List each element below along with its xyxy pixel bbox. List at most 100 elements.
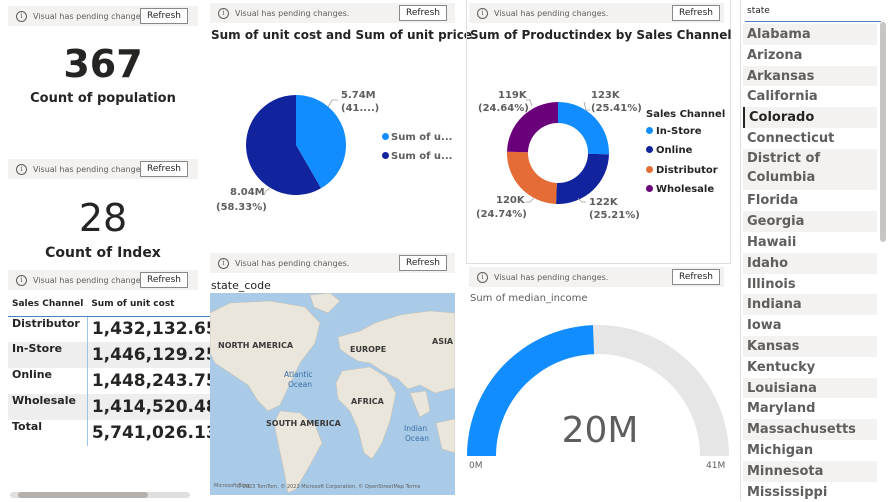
info-icon: i	[16, 10, 27, 22]
kpi-population-label: Count of population	[30, 91, 176, 106]
gauge-min-label: 0M	[469, 461, 483, 471]
donut-data-label: (24.64%)	[478, 103, 529, 114]
pie-chart-title: Sum of unit cost and Sum of unit price	[211, 28, 472, 42]
pending-message: Visual has pending changes.	[33, 11, 148, 21]
map-label-indian: Indian	[404, 424, 428, 433]
pie-data-label: 5.74M	[341, 90, 376, 101]
pending-message: Visual has pending changes.	[494, 272, 609, 282]
slicer-item[interactable]: Kentucky	[743, 357, 877, 378]
legend-label: Wholesale	[656, 184, 715, 195]
info-icon: i	[218, 257, 229, 269]
leader-line	[263, 187, 271, 196]
map-label-asia: ASIA	[432, 337, 454, 346]
row-label: Distributor	[8, 316, 88, 342]
map-label-south-america: SOUTH AMERICA	[266, 419, 341, 428]
donut-data-label: (25.21%)	[589, 210, 640, 221]
sales-channel-table: Sales Channel Sum of unit cost Distribut…	[8, 292, 222, 446]
row-value: 1,414,520.48	[86, 394, 222, 420]
row-label: In-Store	[8, 342, 88, 368]
pending-banner-gauge: i Visual has pending changes. Refresh	[469, 267, 724, 287]
kpi-population-value: 367	[63, 42, 143, 86]
refresh-button[interactable]: Refresh	[140, 8, 188, 24]
slicer-item[interactable]: Michigan	[743, 440, 877, 461]
state-slicer: state Alabama Arizona Arkansas California Co…	[740, 0, 889, 501]
horizontal-scrollbar[interactable]	[10, 492, 190, 498]
leader-line	[327, 99, 338, 108]
pie-legend-item[interactable]: Sum of u...	[382, 132, 452, 143]
donut-legend-item[interactable]: In-Store	[646, 126, 702, 137]
slicer-item[interactable]: Arkansas	[743, 65, 877, 87]
scrollbar-thumb[interactable]	[18, 492, 148, 498]
slicer-item[interactable]: Kansas	[743, 335, 877, 357]
donut-chart-title: Sum of Productindex by Sales Channel	[470, 28, 732, 42]
info-icon: i	[16, 274, 27, 286]
slicer-item[interactable]: Massachusetts	[743, 419, 877, 440]
slicer-item[interactable]: Florida	[743, 190, 877, 211]
table-row: Online 1,448,243.75	[8, 368, 222, 394]
refresh-button[interactable]: Refresh	[399, 255, 447, 271]
world-map[interactable]: NORTH AMERICA EUROPE ASIA Atlantic Ocean…	[210, 293, 455, 495]
refresh-button[interactable]: Refresh	[140, 161, 188, 177]
slicer-search-input[interactable]: state	[745, 2, 881, 22]
legend-label: Sum of u...	[391, 132, 453, 143]
slicer-item[interactable]: Hawaii	[743, 232, 877, 253]
slicer-item[interactable]: Indiana	[743, 294, 877, 316]
donut-data-label: (24.74%)	[476, 209, 527, 220]
leader-line	[526, 197, 535, 203]
info-icon: i	[218, 7, 229, 19]
pie-legend-item[interactable]: Sum of u...	[382, 151, 452, 162]
slicer-item[interactable]: Louisiana	[743, 377, 877, 399]
refresh-button[interactable]: Refresh	[399, 5, 447, 21]
pending-banner-matrix: i Visual has pending changes. Refresh	[8, 270, 198, 290]
slicer-scrollbar[interactable]	[880, 22, 886, 242]
row-value: 1,432,132.65	[86, 316, 222, 342]
map-label-africa: AFRICA	[351, 397, 384, 406]
pie-data-label: (58.33%)	[216, 202, 267, 213]
slicer-item[interactable]: California	[743, 86, 877, 107]
slicer-item[interactable]: Mississippi	[743, 482, 877, 502]
slicer-item[interactable]: Alabama	[743, 24, 877, 45]
slicer-item[interactable]: Idaho	[743, 252, 877, 274]
column-header[interactable]: Sales Channel	[8, 292, 88, 317]
refresh-button[interactable]: Refresh	[672, 269, 720, 285]
donut-chart: 123K (25.41%) 122K (25.21%) 120K (24.74%) 119K…	[476, 90, 642, 221]
pending-banner-population: i Visual has pending changes. Refresh	[8, 6, 198, 26]
map-attribution[interactable]: © 2023 TomTom, © 2023 Microsoft Corporat…	[236, 484, 420, 490]
map-label-atlantic-ocean: Ocean	[288, 380, 312, 389]
slicer-item[interactable]: Arizona	[743, 45, 877, 66]
refresh-button[interactable]: Refresh	[672, 5, 720, 21]
donut-data-label: 120K	[496, 195, 526, 206]
pending-banner-map: i Visual has pending changes. Refresh	[210, 253, 455, 273]
slicer-item[interactable]: Connecticut	[743, 128, 877, 149]
slicer-item[interactable]: District of Columbia	[743, 148, 877, 191]
slicer-item[interactable]: Iowa	[743, 315, 877, 336]
map-label-indian-ocean: Ocean	[405, 434, 429, 443]
slicer-item[interactable]: Colorado	[743, 107, 877, 128]
row-label: Total	[8, 420, 88, 446]
gauge-max-label: 41M	[706, 461, 726, 471]
pending-banner-pie: i Visual has pending changes. Refresh	[210, 3, 455, 23]
donut-data-label: 123K	[591, 90, 621, 101]
donut-legend-item[interactable]: Online	[646, 145, 692, 156]
legend-dot-icon	[646, 185, 653, 192]
map-label-europe: EUROPE	[350, 345, 387, 354]
info-icon: i	[477, 7, 488, 19]
donut-legend-item[interactable]: Distributor	[646, 165, 718, 176]
refresh-button[interactable]: Refresh	[140, 272, 188, 288]
row-label: Online	[8, 368, 88, 394]
column-header[interactable]: Sum of unit cost	[87, 292, 222, 317]
donut-legend-title: Sales Channel	[646, 109, 726, 120]
slicer-item[interactable]: Georgia	[743, 211, 877, 232]
donut-legend-item[interactable]: Wholesale	[646, 184, 714, 195]
pending-banner-donut: i Visual has pending changes. Refresh	[469, 3, 724, 23]
info-icon: i	[16, 163, 27, 175]
legend-dot-icon	[382, 152, 389, 159]
legend-label: In-Store	[656, 126, 702, 137]
slicer-item[interactable]: Maryland	[743, 398, 877, 419]
slicer-item[interactable]: Minnesota	[743, 460, 877, 482]
slicer-item[interactable]: Illinois	[743, 274, 877, 295]
legend-label: Sum of u...	[391, 151, 453, 162]
leader-line	[583, 101, 590, 111]
pending-banner-index: i Visual has pending changes. Refresh	[8, 159, 198, 179]
donut-data-label: 122K	[589, 197, 619, 208]
